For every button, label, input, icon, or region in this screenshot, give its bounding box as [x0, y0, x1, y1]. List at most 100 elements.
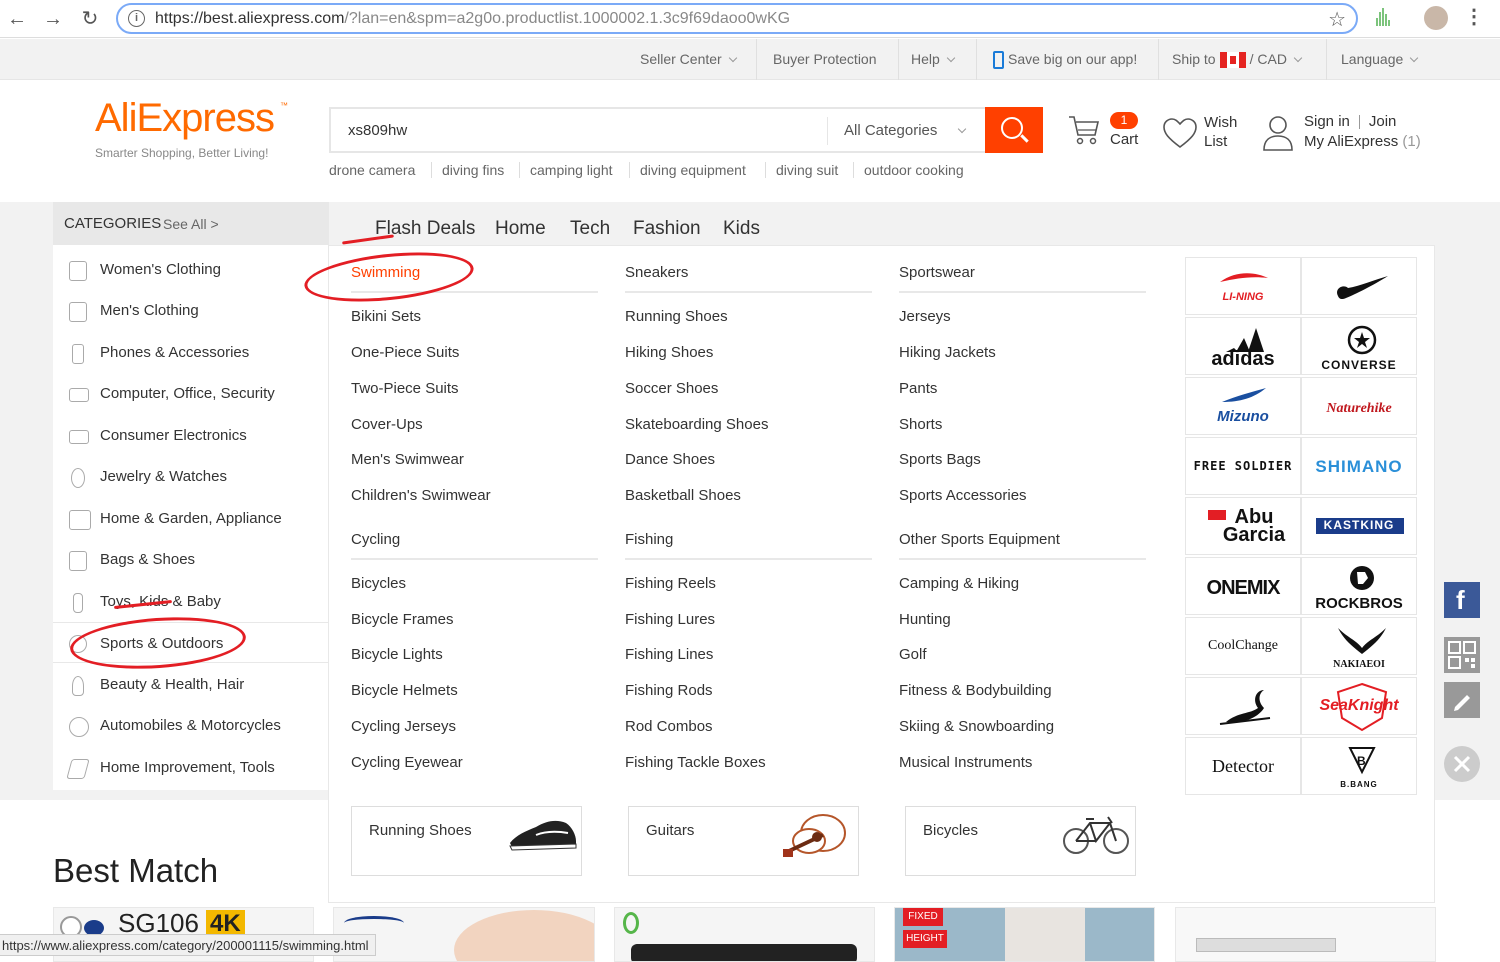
subcategory-link[interactable]: Bicycle Lights: [351, 646, 443, 663]
search-button[interactable]: [985, 107, 1043, 153]
brand-tile-coolchange[interactable]: CoolChange: [1185, 617, 1301, 675]
hot-keyword-link[interactable]: drone camera: [329, 162, 415, 178]
hot-keyword-link[interactable]: camping light: [530, 162, 613, 178]
category-item-beauty[interactable]: Beauty & Health, Hair: [53, 664, 329, 705]
subcategory-link[interactable]: Hiking Jackets: [899, 344, 996, 361]
hot-keyword-link[interactable]: outdoor cooking: [864, 162, 964, 178]
subcategory-heading-sneakers[interactable]: Sneakers: [625, 264, 688, 281]
promo-card-bicycles[interactable]: Bicycles: [905, 806, 1136, 876]
info-icon[interactable]: i: [128, 10, 145, 27]
subcategory-link[interactable]: Fishing Rods: [625, 682, 713, 699]
heart-icon[interactable]: [1162, 116, 1198, 152]
subcategory-link[interactable]: Skateboarding Shoes: [625, 416, 768, 433]
category-item-computer[interactable]: Computer, Office, Security: [53, 373, 329, 414]
category-item-bags-shoes[interactable]: Bags & Shoes: [53, 539, 329, 580]
brand-tile-onemix[interactable]: ONEMIX: [1185, 557, 1301, 615]
category-item-womens-clothing[interactable]: Women's Clothing: [53, 249, 329, 290]
subcategory-link[interactable]: One-Piece Suits: [351, 344, 459, 361]
subcategory-heading-sportswear[interactable]: Sportswear: [899, 264, 975, 281]
subcategory-link[interactable]: Men's Swimwear: [351, 451, 464, 468]
see-all-link[interactable]: See All >: [163, 216, 219, 232]
subcategory-link[interactable]: Skiing & Snowboarding: [899, 718, 1054, 735]
brand-tile-kastking[interactable]: KASTKING: [1301, 497, 1417, 555]
subcategory-link[interactable]: Shorts: [899, 416, 942, 433]
brand-tile-rockbros[interactable]: ROCKBROS: [1301, 557, 1417, 615]
subcategory-link[interactable]: Children's Swimwear: [351, 487, 491, 504]
wishlist-link-line2[interactable]: List: [1204, 133, 1227, 150]
subcategory-link[interactable]: Jerseys: [899, 308, 951, 325]
subcategory-link[interactable]: Sports Bags: [899, 451, 981, 468]
subcategory-link[interactable]: Basketball Shoes: [625, 487, 741, 504]
cart-link[interactable]: Cart: [1110, 131, 1138, 148]
category-item-mens-clothing[interactable]: Men's Clothing: [53, 290, 329, 331]
subcategory-link[interactable]: Two-Piece Suits: [351, 380, 459, 397]
forward-arrow-icon[interactable]: →: [40, 6, 66, 32]
hot-keyword-link[interactable]: diving equipment: [640, 162, 746, 178]
brand-tile-seaknight[interactable]: SeaKnight: [1301, 677, 1417, 735]
brand-tile-adidas[interactable]: adidas: [1185, 317, 1301, 375]
promo-card-guitars[interactable]: Guitars: [628, 806, 859, 876]
tab-tech[interactable]: Tech: [570, 218, 610, 240]
buyer-protection-link[interactable]: Buyer Protection: [773, 39, 877, 80]
aliexpress-logo[interactable]: AliExpress: [95, 96, 275, 141]
product-card[interactable]: [1175, 907, 1436, 962]
back-arrow-icon[interactable]: ←: [4, 6, 30, 32]
seller-center-link[interactable]: Seller Center: [640, 39, 737, 80]
my-aliexpress-link[interactable]: My AliExpress (1): [1304, 133, 1421, 150]
facebook-share-button[interactable]: f: [1444, 582, 1480, 618]
subcategory-link[interactable]: Pants: [899, 380, 937, 397]
category-item-home-garden[interactable]: Home & Garden, Appliance: [53, 498, 329, 539]
subcategory-heading-other-sports[interactable]: Other Sports Equipment: [899, 531, 1060, 548]
subcategory-link[interactable]: Sports Accessories: [899, 487, 1027, 504]
cart-icon[interactable]: [1067, 113, 1101, 147]
url-text[interactable]: https://best.aliexpress.com/?lan=en&spm=…: [155, 10, 790, 28]
category-item-toys[interactable]: Toys, Kids & Baby: [53, 581, 329, 622]
subcategory-link[interactable]: Hunting: [899, 611, 951, 628]
subcategory-link[interactable]: Fishing Reels: [625, 575, 716, 592]
language-selector[interactable]: Language: [1341, 39, 1419, 80]
brand-tile-abu-garcia[interactable]: Abu Garcia: [1185, 497, 1301, 555]
subcategory-link[interactable]: Bikini Sets: [351, 308, 421, 325]
extension-icon[interactable]: [1376, 8, 1394, 28]
subcategory-link[interactable]: Fitness & Bodybuilding: [899, 682, 1052, 699]
app-download-link[interactable]: Save big on our app!: [993, 39, 1137, 80]
qr-code-button[interactable]: [1444, 637, 1480, 673]
subcategory-link[interactable]: Camping & Hiking: [899, 575, 1019, 592]
brand-tile-free-soldier[interactable]: FREE SOLDIER: [1185, 437, 1301, 495]
category-item-electronics[interactable]: Consumer Electronics: [53, 415, 329, 456]
tab-home[interactable]: Home: [495, 218, 546, 240]
brand-tile-bbang[interactable]: B B.BANG: [1301, 737, 1417, 795]
feedback-button[interactable]: [1444, 682, 1480, 718]
brand-tile-detector[interactable]: Detector: [1185, 737, 1301, 795]
close-floating-button[interactable]: [1444, 746, 1480, 782]
subcategory-heading-cycling[interactable]: Cycling: [351, 531, 400, 548]
user-icon[interactable]: [1262, 114, 1294, 152]
subcategory-link[interactable]: Soccer Shoes: [625, 380, 718, 397]
ship-to-selector[interactable]: Ship to / CAD: [1172, 39, 1303, 80]
brand-tile-shimano[interactable]: SHIMANO: [1301, 437, 1417, 495]
tab-fashion[interactable]: Fashion: [633, 218, 701, 240]
subcategory-link[interactable]: Fishing Lures: [625, 611, 715, 628]
brand-tile-lining[interactable]: LI-NING: [1185, 257, 1301, 315]
subcategory-link[interactable]: Cycling Jerseys: [351, 718, 456, 735]
subcategory-link[interactable]: Running Shoes: [625, 308, 728, 325]
reload-icon[interactable]: ↻: [77, 6, 103, 32]
help-link[interactable]: Help: [911, 39, 956, 80]
subcategory-link[interactable]: Dance Shoes: [625, 451, 715, 468]
brand-tile-converse[interactable]: CONVERSE: [1301, 317, 1417, 375]
subcategory-link[interactable]: Hiking Shoes: [625, 344, 713, 361]
product-card[interactable]: FIXED HEIGHT: [894, 907, 1155, 962]
subcategory-link[interactable]: Cycling Eyewear: [351, 754, 463, 771]
menu-kebab-icon[interactable]: ⋮: [1464, 4, 1484, 29]
subcategory-link[interactable]: Bicycles: [351, 575, 406, 592]
join-link[interactable]: Join: [1369, 113, 1397, 130]
address-bar[interactable]: i https://best.aliexpress.com/?lan=en&sp…: [116, 3, 1358, 34]
subcategory-link[interactable]: Musical Instruments: [899, 754, 1032, 771]
sign-in-link[interactable]: Sign in: [1304, 113, 1350, 130]
subcategory-link[interactable]: Fishing Lines: [625, 646, 713, 663]
promo-card-running-shoes[interactable]: Running Shoes: [351, 806, 582, 876]
category-item-home-improvement[interactable]: Home Improvement, Tools: [53, 747, 329, 788]
subcategory-link[interactable]: Bicycle Frames: [351, 611, 454, 628]
brand-tile-nakiaeoi[interactable]: NAKIAEOI: [1301, 617, 1417, 675]
brand-tile-swan[interactable]: [1185, 677, 1301, 735]
